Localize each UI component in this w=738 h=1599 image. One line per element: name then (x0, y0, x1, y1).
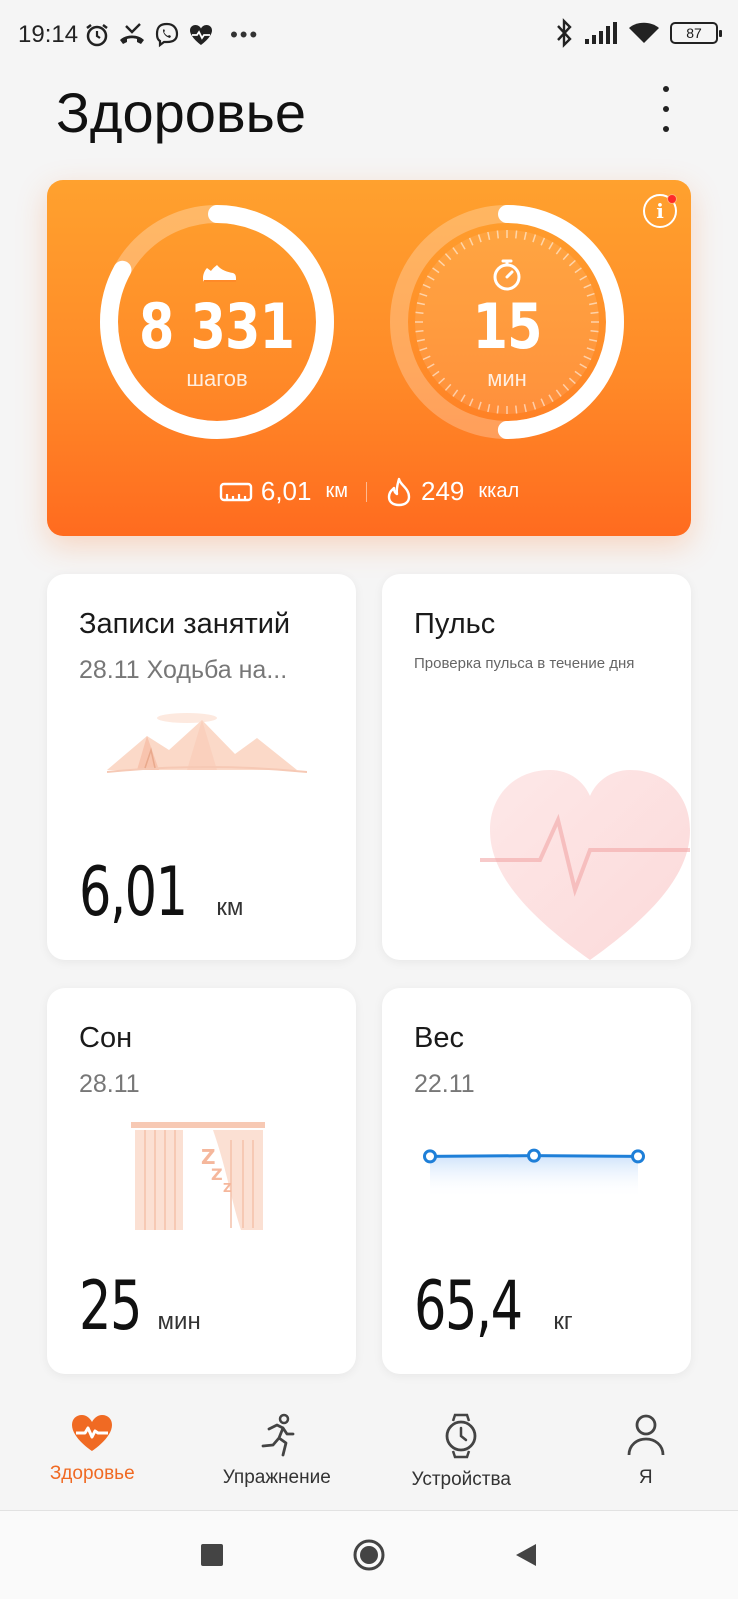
svg-text:Z: Z (223, 1181, 232, 1195)
calories-unit: ккал (478, 480, 520, 502)
minutes-ring[interactable]: 15 мин (389, 204, 625, 440)
page-title: Здоровье (56, 81, 307, 144)
pulse-note: Проверка пульса в течение дня (414, 655, 635, 672)
calories-stat: 249 ккал (385, 476, 519, 507)
alarm-icon (86, 24, 108, 47)
pulse-title: Пульс (414, 608, 496, 640)
distance-stat: 6,01 км (219, 476, 348, 507)
sleep-unit: мин (157, 1308, 201, 1335)
workouts-unit: км (216, 894, 244, 921)
workouts-subtitle: 28.11 Ходьба на... (79, 656, 288, 684)
sleep-tile[interactable]: Сон 28.11 Z Z Z 25 мин (47, 988, 356, 1374)
status-time: 19:14 (18, 21, 79, 48)
distance-unit: км (325, 480, 348, 502)
minutes-unit: мин (487, 366, 527, 391)
curtains-illustration: Z Z Z (131, 1122, 265, 1230)
weight-point-2 (631, 1149, 645, 1164)
nav-me[interactable]: Я (554, 1395, 738, 1510)
home-button[interactable] (352, 1538, 386, 1572)
calories-value: 249 (420, 476, 465, 506)
circle-icon (353, 1539, 385, 1571)
pulse-tile[interactable]: Пульс Проверка пульса в течение дня (382, 574, 691, 960)
battery-indicator: 87 (670, 22, 722, 44)
heart-illustration (480, 770, 690, 960)
viber-icon (155, 22, 179, 48)
wifi-icon (629, 22, 659, 43)
nav-exercise-label: Упражнение (222, 1467, 331, 1488)
running-icon (261, 1413, 295, 1457)
health-icon (190, 25, 213, 45)
info-button[interactable]: i (643, 194, 677, 228)
bluetooth-icon (557, 18, 572, 48)
weight-value: 65,4 (414, 1267, 523, 1346)
sleep-date: 28.11 (79, 1070, 140, 1098)
distance-value: 6,01 (260, 476, 312, 506)
person-icon (627, 1414, 665, 1456)
watch-icon (445, 1413, 477, 1459)
notification-dot (667, 194, 677, 204)
activity-stats: 6,01 км 249 ккал (47, 476, 691, 507)
nav-health[interactable]: Здоровье (0, 1395, 185, 1510)
triangle-back-icon (516, 1544, 536, 1566)
weight-date: 22.11 (414, 1070, 475, 1098)
back-button[interactable] (514, 1542, 538, 1568)
heart-pulse-icon (72, 1415, 113, 1451)
nav-devices[interactable]: Устройства (369, 1395, 554, 1510)
weight-point-0 (423, 1149, 437, 1164)
weight-title: Вес (414, 1022, 464, 1054)
weight-tile[interactable]: Вес 22.11 65,4 кг (382, 988, 691, 1374)
nav-health-label: Здоровье (49, 1463, 135, 1484)
workouts-value: 6,01 (79, 853, 188, 932)
stopwatch-icon (493, 259, 521, 291)
steps-unit: шагов (186, 366, 248, 391)
nav-exercise[interactable]: Упражнение (185, 1395, 370, 1510)
system-nav (0, 1511, 738, 1599)
missed-call-icon (120, 23, 145, 44)
nav-devices-label: Устройства (411, 1469, 511, 1490)
status-bar: 19:14 ••• 87 (0, 0, 738, 70)
svg-text:Z: Z (211, 1165, 223, 1184)
workouts-tile[interactable]: Записи занятий 28.11 Ходьба на... 6,01 к… (47, 574, 356, 960)
steps-ring[interactable]: 8 331 шагов (99, 204, 335, 440)
ruler-icon (219, 482, 253, 501)
more-options-button[interactable] (654, 86, 678, 132)
more-dot-icon (663, 86, 669, 92)
weight-unit: кг (553, 1308, 573, 1335)
activity-card[interactable]: i 8 331 шагов 15 мин 6,01 км 249 ккал (47, 180, 691, 536)
workouts-title: Записи занятий (79, 608, 291, 640)
bottom-nav: Здоровье Упражнение Устройства Я (0, 1395, 738, 1510)
recents-button[interactable] (200, 1543, 224, 1567)
sleep-value: 25 (79, 1267, 142, 1346)
steps-value: 8 331 (139, 290, 295, 363)
shoe-icon (203, 265, 236, 282)
square-icon (201, 1544, 223, 1566)
minutes-value: 15 (472, 290, 542, 363)
weight-trend-chart (423, 1148, 645, 1198)
sleep-title: Сон (79, 1022, 133, 1054)
mountains-illustration (107, 713, 307, 773)
nav-me-label: Я (638, 1467, 653, 1488)
signal-icon (585, 22, 617, 44)
weight-point-1 (527, 1148, 541, 1163)
flame-icon (387, 477, 411, 506)
